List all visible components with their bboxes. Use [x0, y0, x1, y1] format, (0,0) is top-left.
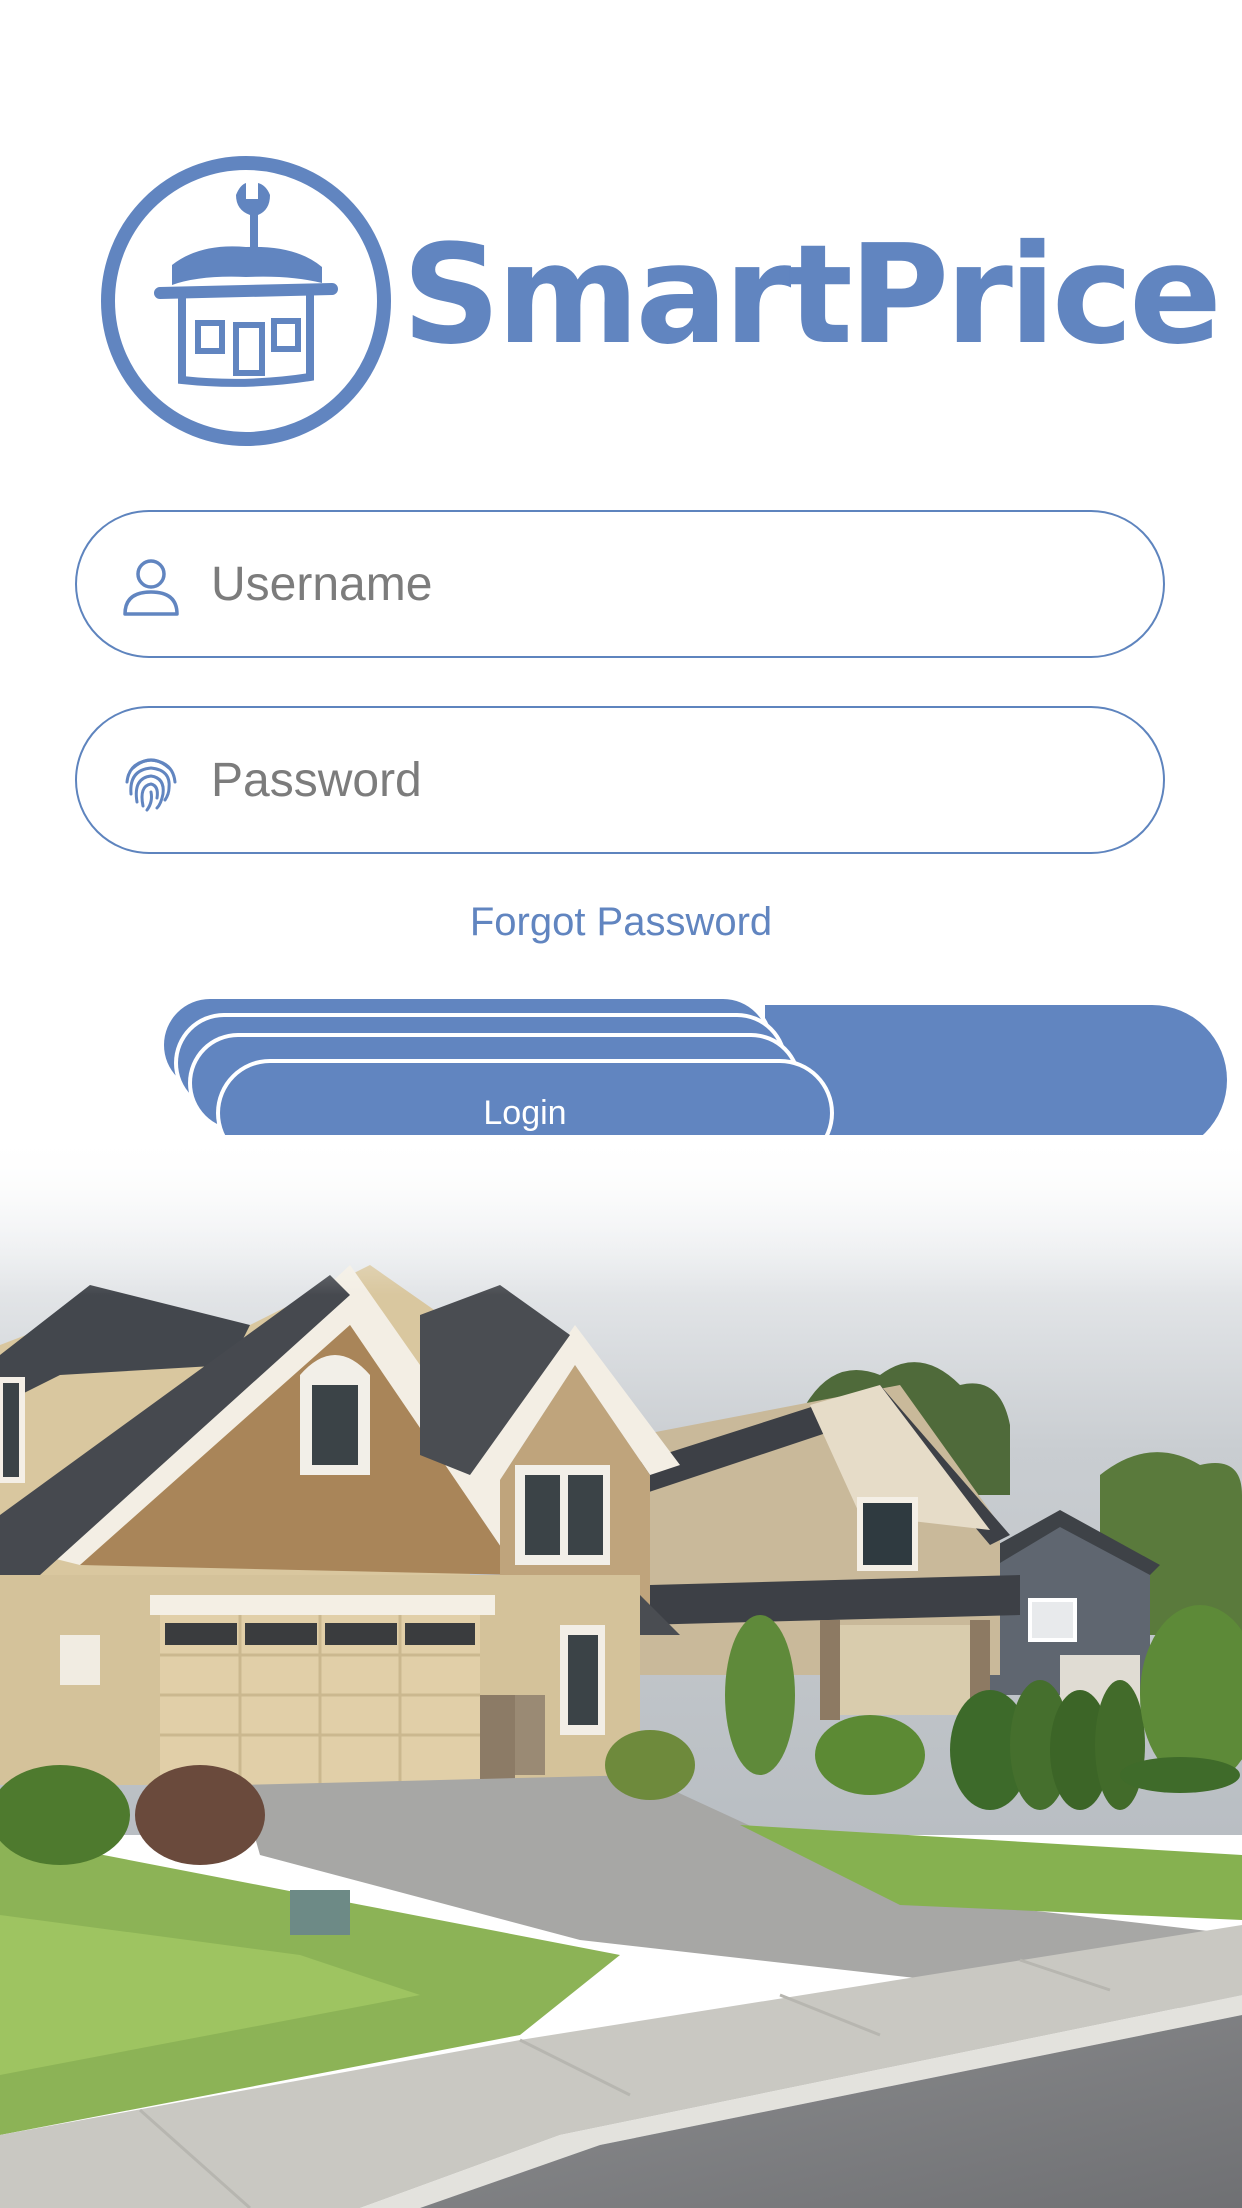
username-input[interactable]	[211, 532, 1111, 636]
app-logo: SmartPrice	[100, 155, 1222, 447]
forgot-password-link[interactable]: Forgot Password	[0, 900, 1242, 945]
house-wrench-icon	[101, 156, 391, 446]
suburban-houses-photo	[0, 1135, 1242, 2208]
login-button-ghost	[765, 1005, 1227, 1155]
fingerprint-icon	[125, 758, 177, 812]
username-field[interactable]	[75, 510, 1165, 658]
brand-name: SmartPrice	[402, 216, 1222, 375]
password-field[interactable]	[75, 706, 1165, 854]
user-icon	[123, 559, 179, 616]
password-input[interactable]	[211, 728, 1111, 832]
